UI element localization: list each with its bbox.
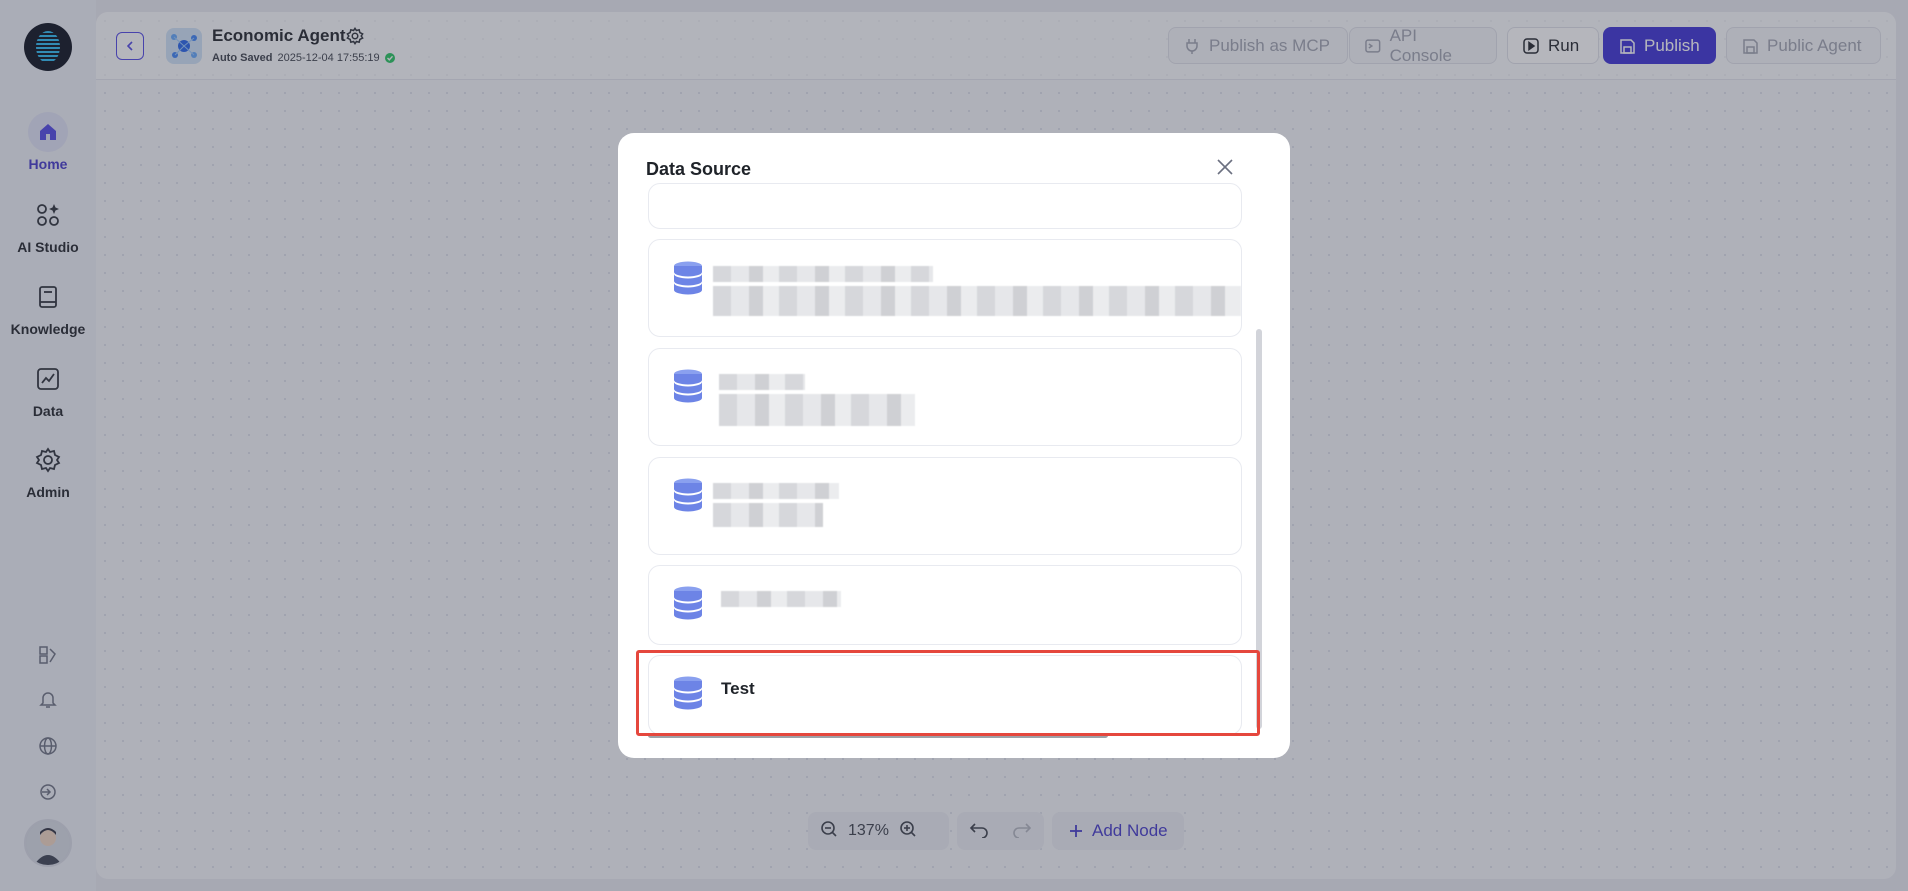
- blurred-description: [713, 503, 823, 527]
- close-icon[interactable]: [1213, 155, 1237, 179]
- database-icon: [673, 478, 703, 517]
- database-icon: [673, 261, 703, 300]
- modal-title: Data Source: [646, 159, 752, 179]
- data-source-item[interactable]: [648, 457, 1242, 555]
- database-icon: [673, 369, 703, 408]
- blurred-title: [713, 266, 933, 282]
- blurred-title: [719, 374, 805, 390]
- selection-highlight: [636, 650, 1260, 736]
- blurred-description: [713, 286, 1241, 316]
- data-source-item[interactable]: [648, 348, 1242, 446]
- data-source-item[interactable]: [648, 565, 1242, 645]
- database-icon: [673, 586, 703, 625]
- blurred-description: [719, 394, 915, 426]
- blurred-title: [721, 591, 841, 607]
- data-source-item[interactable]: [648, 239, 1242, 337]
- blurred-title: [713, 483, 839, 499]
- data-source-item[interactable]: [648, 183, 1242, 229]
